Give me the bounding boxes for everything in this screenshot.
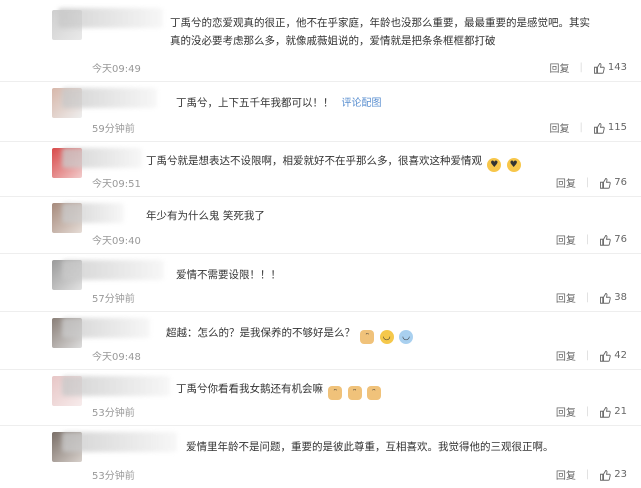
- comment-image-link[interactable]: 评论配图: [342, 98, 382, 109]
- cat-face-emoji: ᵔ: [367, 386, 382, 400]
- comment-item: 丁禹兮就是想表达不设限啊，相爱就好不在乎那么多，很喜欢这种爱情观 ♥ ♥ 今天0…: [0, 142, 641, 197]
- like-count: 76: [614, 177, 627, 188]
- comment-actions: 回复 | 143: [550, 60, 627, 75]
- like-count: 42: [614, 350, 627, 361]
- thumbs-up-icon: [600, 406, 611, 418]
- thumbs-up-icon: [593, 122, 605, 134]
- comment-text: 丁禹兮的恋爱观真的很正，他不在乎家庭，年龄也没那么重要，最最重要的是感觉吧。其实…: [170, 14, 630, 50]
- cat-face-emoji: ᵔ: [328, 386, 343, 400]
- comment-body: 丁禹兮就是想表达不设限啊，相爱就好不在乎那么多，很喜欢这种爱情观: [146, 155, 482, 167]
- like-button[interactable]: 143: [593, 62, 627, 74]
- comment-time: 今天09:40: [92, 236, 141, 247]
- comment-item: 爱情里年龄不是问题，重要的是彼此尊重，互相喜欢。我觉得他的三观很正啊。 53分钟…: [0, 426, 641, 488]
- action-divider: |: [579, 62, 583, 73]
- username-blurred[interactable]: [58, 8, 163, 28]
- thumbs-up-icon: [600, 177, 611, 189]
- comment-text: 年少有为什么鬼 笑死我了: [146, 207, 265, 225]
- thumbs-up-icon: [600, 234, 611, 246]
- action-divider: |: [585, 350, 590, 361]
- comment-item: 超越：怎么的？是我保养的不够好是么？ ᵔ ◡ ◡ 今天09:48 回复 | 42: [0, 312, 641, 370]
- like-count: 76: [614, 234, 627, 245]
- comment-time: 53分钟前: [92, 471, 135, 482]
- like-button[interactable]: 76: [599, 177, 627, 189]
- thumbs-up-icon: [593, 62, 605, 74]
- comment-actions: 回复 | 23: [556, 467, 627, 482]
- comment-actions: 回复 | 76: [556, 232, 627, 247]
- username-blurred[interactable]: [62, 203, 124, 223]
- comment-list: 丁禹兮的恋爱观真的很正，他不在乎家庭，年龄也没那么重要，最最重要的是感觉吧。其实…: [0, 0, 641, 488]
- username-blurred[interactable]: [62, 432, 177, 452]
- comment-text: 爱情不需要设限！！！: [176, 266, 281, 284]
- like-count: 21: [614, 406, 627, 417]
- comment-text: 爱情里年龄不是问题，重要的是彼此尊重，互相喜欢。我觉得他的三观很正啊。: [186, 438, 554, 456]
- reply-button[interactable]: 回复: [556, 404, 576, 419]
- comment-body: 年少有为什么鬼 笑死我了: [146, 210, 265, 222]
- cat-face-emoji: ᵔ: [347, 386, 362, 400]
- comment-actions: 回复 | 76: [556, 175, 627, 190]
- reply-button[interactable]: 回复: [556, 232, 576, 247]
- comment-item: 丁禹兮你看看我女鹅还有机会嘛 ᵔ ᵔ ᵔ 53分钟前 回复 | 21: [0, 370, 641, 426]
- comment-text: 超越：怎么的？是我保养的不够好是么？ ᵔ ◡ ◡: [166, 324, 414, 344]
- like-button[interactable]: 23: [599, 469, 627, 481]
- reply-button[interactable]: 回复: [556, 348, 576, 363]
- comment-actions: 回复 | 21: [556, 404, 627, 419]
- username-blurred[interactable]: [62, 318, 150, 338]
- comment-time: 今天09:49: [92, 64, 141, 75]
- like-button[interactable]: 76: [599, 234, 627, 246]
- comment-body: 爱情不需要设限！！！: [176, 269, 281, 281]
- comment-time: 53分钟前: [92, 408, 135, 419]
- like-button[interactable]: 42: [599, 350, 627, 362]
- comment-actions: 回复 | 38: [556, 290, 627, 305]
- reply-button[interactable]: 回复: [556, 290, 576, 305]
- username-blurred[interactable]: [62, 148, 142, 168]
- thumbs-up-icon: [600, 350, 611, 362]
- username-blurred[interactable]: [62, 260, 164, 280]
- like-button[interactable]: 115: [593, 122, 627, 134]
- comment-body: 爱情里年龄不是问题，重要的是彼此尊重，互相喜欢。我觉得他的三观很正啊。: [186, 441, 554, 453]
- heart-eyes-emoji: ♥: [487, 158, 502, 172]
- comment-item: 爱情不需要设限！！！ 57分钟前 回复 | 38: [0, 254, 641, 312]
- comment-body: 丁禹兮你看看我女鹅还有机会嘛: [176, 383, 323, 395]
- comment-line-2: 真的没必要考虑那么多，就像戚薇姐说的，爱情就是把条条框框都打破: [170, 35, 496, 47]
- heart-eyes-emoji: ♥: [506, 158, 521, 172]
- comment-time: 今天09:51: [92, 179, 141, 190]
- comment-time: 今天09:48: [92, 352, 141, 363]
- action-divider: |: [585, 292, 590, 303]
- comment-actions: 回复 | 115: [550, 120, 627, 135]
- action-divider: |: [585, 234, 590, 245]
- action-divider: |: [585, 469, 590, 480]
- action-divider: |: [585, 406, 590, 417]
- reply-button[interactable]: 回复: [556, 467, 576, 482]
- thumbs-up-icon: [600, 292, 611, 304]
- comment-item: 年少有为什么鬼 笑死我了 今天09:40 回复 | 76: [0, 197, 641, 254]
- action-divider: |: [579, 122, 583, 133]
- reply-button[interactable]: 回复: [550, 60, 570, 75]
- action-divider: |: [585, 177, 590, 188]
- like-button[interactable]: 38: [599, 292, 627, 304]
- like-button[interactable]: 21: [599, 406, 627, 418]
- comment-item: 丁禹兮，上下五千年我都可以！！ 评论配图 59分钟前 回复 | 115: [0, 82, 641, 142]
- comment-body: 丁禹兮，上下五千年我都可以！！: [176, 97, 334, 109]
- comment-text: 丁禹兮，上下五千年我都可以！！ 评论配图: [176, 94, 382, 113]
- comment-body: 超越：怎么的？是我保养的不够好是么？: [166, 327, 355, 339]
- like-count: 143: [607, 62, 627, 73]
- thumbs-up-icon: [600, 469, 611, 481]
- comment-item: 丁禹兮的恋爱观真的很正，他不在乎家庭，年龄也没那么重要，最最重要的是感觉吧。其实…: [0, 0, 641, 82]
- username-blurred[interactable]: [62, 88, 157, 108]
- comment-text: 丁禹兮就是想表达不设限啊，相爱就好不在乎那么多，很喜欢这种爱情观 ♥ ♥: [146, 152, 521, 172]
- reply-button[interactable]: 回复: [556, 175, 576, 190]
- like-count: 115: [607, 122, 627, 133]
- comment-text: 丁禹兮你看看我女鹅还有机会嘛 ᵔ ᵔ ᵔ: [176, 380, 382, 400]
- cat-face-emoji: ᵔ: [360, 330, 375, 344]
- like-count: 23: [614, 469, 627, 480]
- comment-time: 57分钟前: [92, 294, 135, 305]
- sweat-smile-emoji: ◡: [399, 330, 414, 344]
- comment-time: 59分钟前: [92, 124, 135, 135]
- comment-line-1: 丁禹兮的恋爱观真的很正，他不在乎家庭，年龄也没那么重要，最最重要的是感觉吧。其实: [170, 17, 590, 29]
- reply-button[interactable]: 回复: [550, 120, 570, 135]
- username-blurred[interactable]: [62, 376, 170, 396]
- laughing-emoji: ◡: [379, 330, 394, 344]
- like-count: 38: [614, 292, 627, 303]
- comment-actions: 回复 | 42: [556, 348, 627, 363]
